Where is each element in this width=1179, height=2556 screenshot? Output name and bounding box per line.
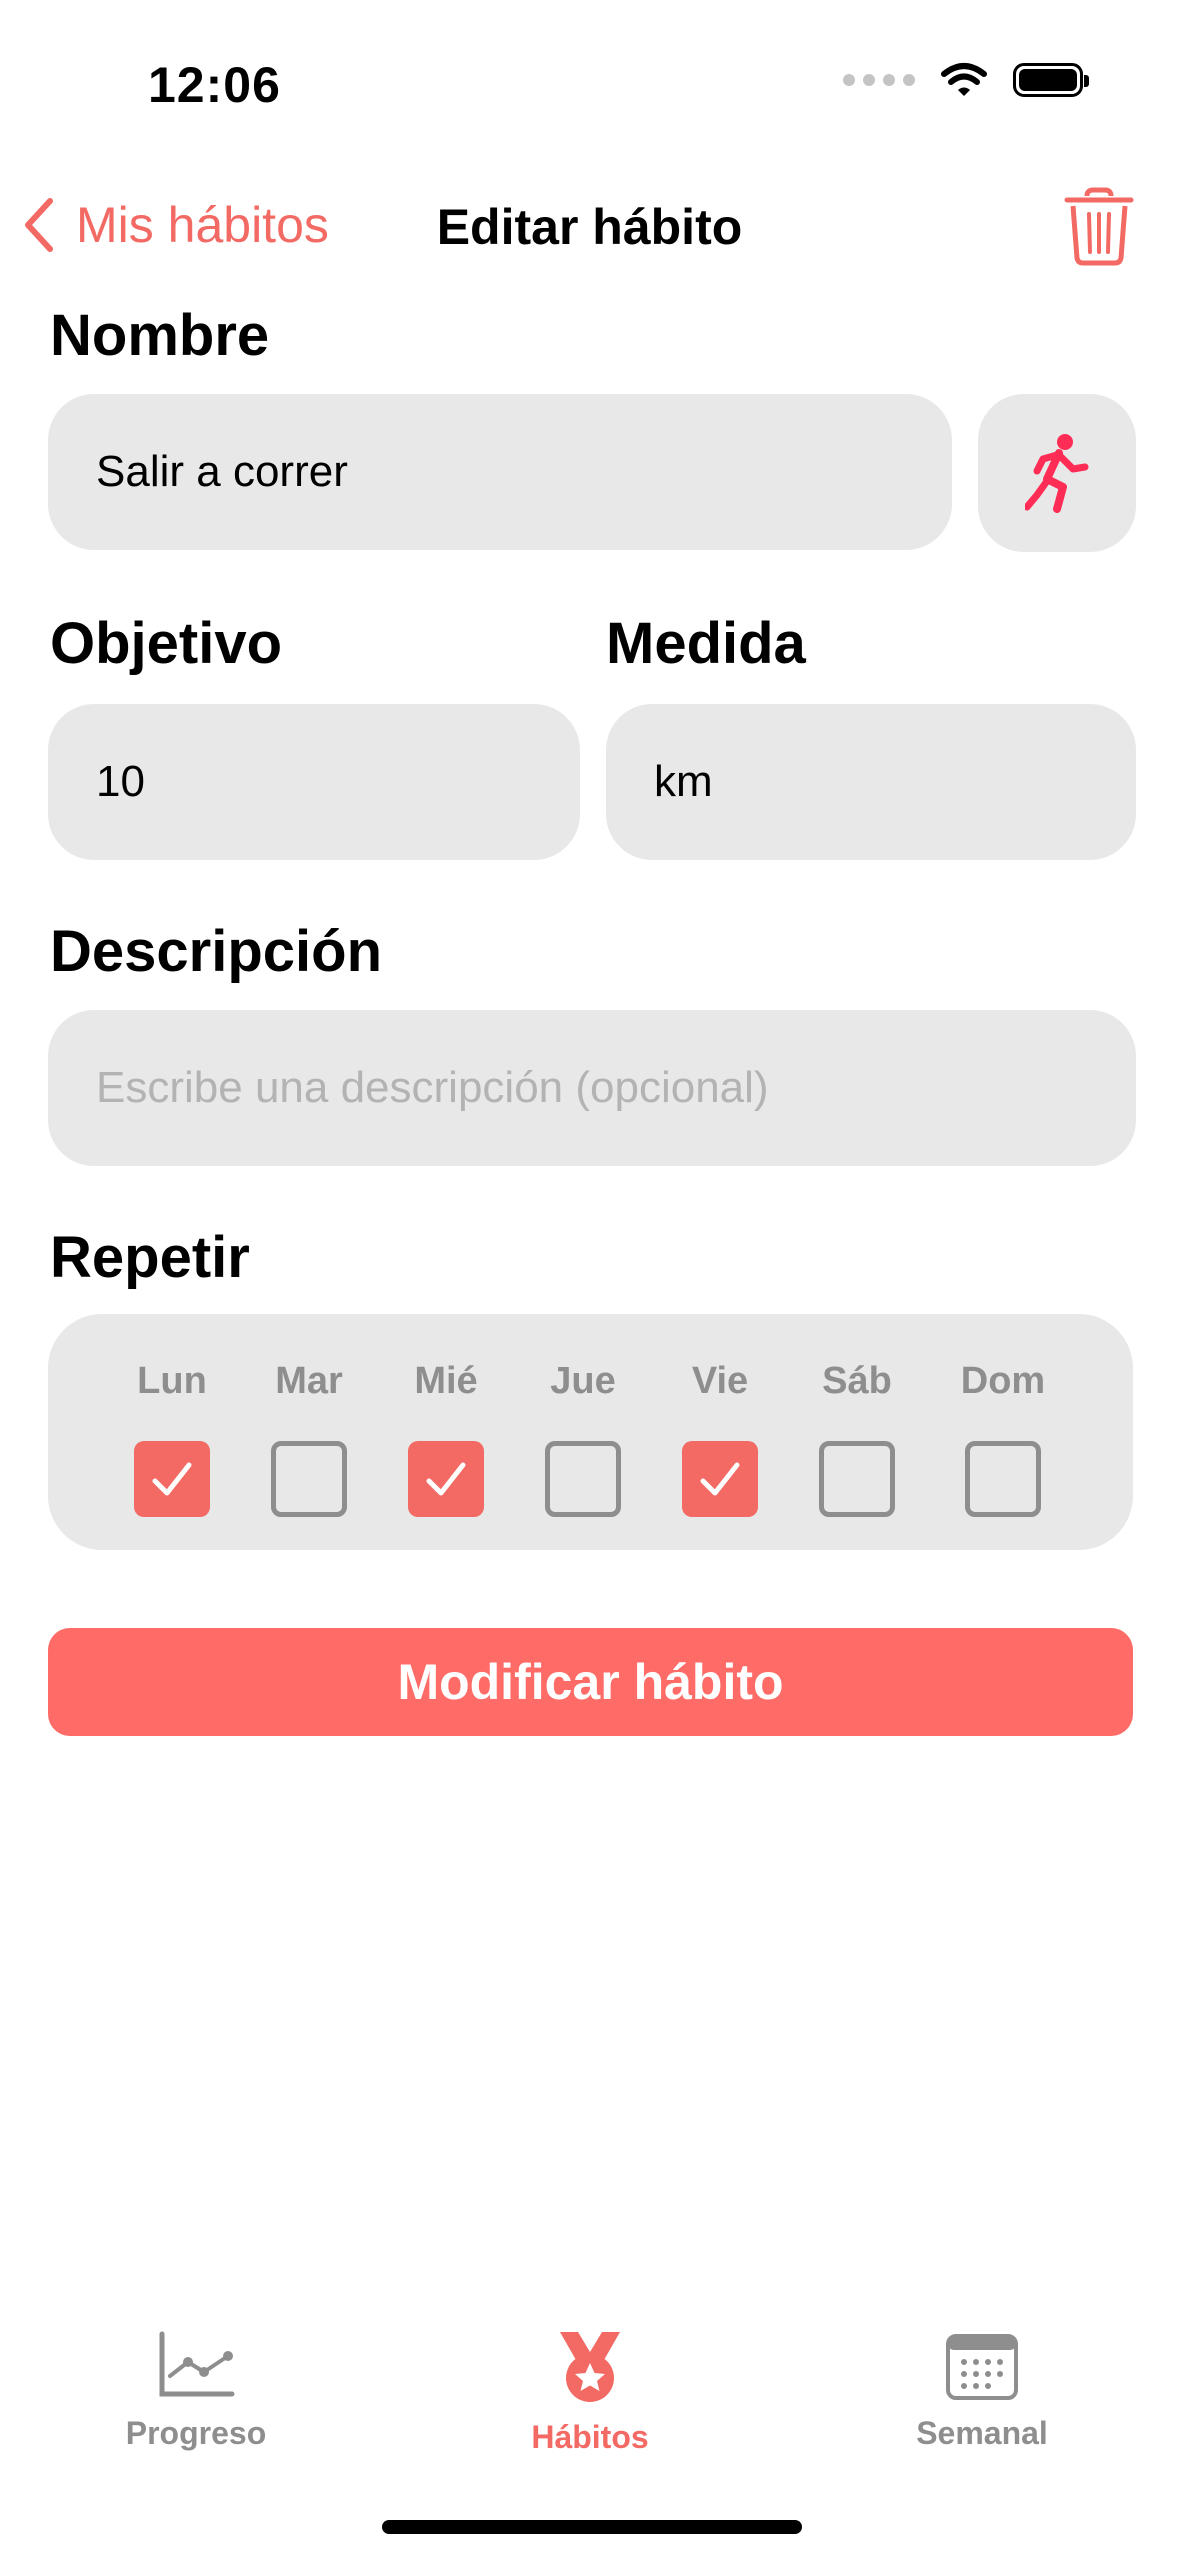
home-indicator[interactable] xyxy=(382,2520,802,2534)
day-checkbox-jue[interactable] xyxy=(545,1441,621,1517)
medal-icon xyxy=(560,2332,620,2402)
day-label-mie: Mié xyxy=(414,1360,478,1402)
day-label-jue: Jue xyxy=(550,1360,616,1402)
description-field[interactable]: Escribe una descripción (opcional) xyxy=(48,1010,1136,1166)
tab-label: Progreso xyxy=(125,2415,267,2451)
trash-icon[interactable] xyxy=(1061,186,1137,266)
goal-label: Objetivo xyxy=(50,611,283,676)
day-label-mar: Mar xyxy=(275,1360,343,1402)
tab-label: Semanal xyxy=(916,2415,1048,2451)
status-icons xyxy=(843,62,1089,98)
tab-label: Hábitos xyxy=(531,2419,649,2455)
unit-label: Medida xyxy=(606,611,806,676)
day-checkbox-sab[interactable] xyxy=(819,1441,895,1517)
page-title: Editar hábito xyxy=(436,199,743,255)
day-label-lun: Lun xyxy=(137,1360,207,1402)
chart-line-icon xyxy=(159,2331,235,2397)
icon-picker-button[interactable] xyxy=(978,394,1136,552)
checkmark-icon xyxy=(700,1462,740,1496)
tab-habitos[interactable]: Hábitos xyxy=(460,2330,720,2456)
checkmark-icon xyxy=(426,1462,466,1496)
description-label: Descripción xyxy=(50,919,382,984)
unit-field[interactable]: km xyxy=(606,704,1136,860)
wifi-icon xyxy=(941,63,987,96)
running-figure-icon xyxy=(1025,434,1089,513)
status-time: 12:06 xyxy=(148,57,281,113)
weekday-selector: Lun Mar Mié Jue Vie Sáb Dom xyxy=(48,1314,1133,1550)
cellular-signal-icon xyxy=(843,74,915,86)
day-checkbox-dom[interactable] xyxy=(965,1441,1041,1517)
day-label-dom: Dom xyxy=(960,1360,1046,1402)
battery-icon xyxy=(1013,63,1089,97)
day-checkbox-vie[interactable] xyxy=(682,1441,758,1517)
tab-semanal[interactable]: Semanal xyxy=(852,2330,1112,2452)
repeat-label: Repetir xyxy=(50,1225,250,1290)
day-checkbox-mie[interactable] xyxy=(408,1441,484,1517)
day-label-sab: Sáb xyxy=(822,1360,892,1402)
tab-progreso[interactable]: Progreso xyxy=(66,2330,326,2452)
description-placeholder: Escribe una descripción (opcional) xyxy=(96,1063,769,1112)
modify-habit-button[interactable]: Modificar hábito xyxy=(48,1628,1133,1736)
day-label-vie: Vie xyxy=(691,1360,749,1402)
checkmark-icon xyxy=(152,1462,192,1496)
name-label: Nombre xyxy=(50,303,270,368)
calendar-icon xyxy=(946,2334,1018,2400)
name-field[interactable]: Salir a correr xyxy=(48,394,952,550)
day-checkbox-lun[interactable] xyxy=(134,1441,210,1517)
day-checkbox-mar[interactable] xyxy=(271,1441,347,1517)
goal-field[interactable]: 10 xyxy=(48,704,580,860)
